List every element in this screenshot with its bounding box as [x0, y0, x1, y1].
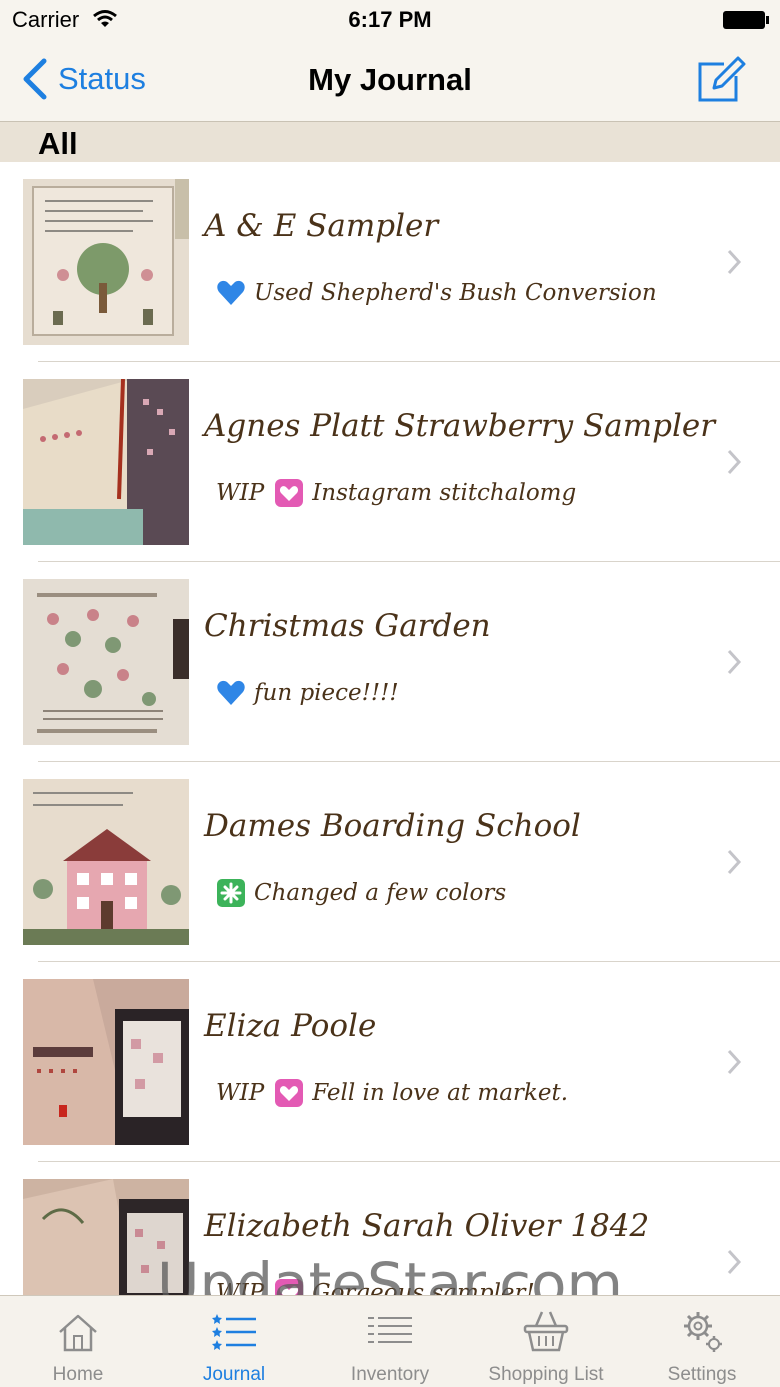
pink-heart-icon — [275, 1079, 304, 1107]
tab-shopping-list[interactable]: Shopping List — [468, 1296, 624, 1387]
basket-icon — [523, 1311, 569, 1352]
list-item[interactable]: Dames Boarding School Changed a few colo… — [0, 762, 780, 962]
tab-label: Home — [52, 1364, 104, 1385]
wip-tag: WIP — [216, 480, 265, 506]
project-note: Changed a few colors — [254, 880, 507, 906]
tab-label: Journal — [202, 1364, 266, 1385]
list-item[interactable]: A & E Sampler Used Shepherd's Bush Conve… — [0, 162, 780, 362]
pink-heart-icon — [275, 479, 304, 507]
tab-settings[interactable]: Settings — [624, 1296, 780, 1387]
tab-inventory[interactable]: Inventory — [312, 1296, 468, 1387]
tab-label: Settings — [667, 1364, 737, 1385]
chevron-right-icon — [727, 249, 742, 275]
project-title: Eliza Poole — [204, 1008, 377, 1044]
gear-icon — [684, 1312, 722, 1352]
green-sparkle-icon — [217, 879, 245, 907]
project-thumbnail — [23, 179, 189, 345]
project-note-line: WIP Fell in love at market. — [216, 1076, 568, 1110]
project-note-line: WIP Instagram stitchalomg — [216, 476, 576, 510]
blue-heart-icon — [217, 280, 245, 305]
list-item[interactable]: Agnes Platt Strawberry Sampler WIP Insta… — [0, 362, 780, 562]
project-thumbnail — [23, 1179, 189, 1295]
project-note: Instagram stitchalomg — [312, 480, 577, 506]
project-thumbnail — [23, 779, 189, 945]
journal-list-icon — [212, 1314, 256, 1350]
status-bar: Carrier 6:17 PM — [0, 0, 780, 40]
wip-tag: WIP — [216, 1280, 265, 1295]
tab-label: Inventory — [350, 1364, 430, 1385]
chevron-right-icon — [727, 649, 742, 675]
tab-bar: Home Journal Inventory Shopping List Set… — [0, 1295, 780, 1387]
pink-heart-icon — [275, 1279, 304, 1295]
section-header: All — [0, 122, 780, 162]
tab-label: Shopping List — [488, 1364, 604, 1385]
chevron-right-icon — [727, 849, 742, 875]
section-label: All — [38, 126, 78, 161]
list-item[interactable]: Christmas Garden fun piece!!!! — [0, 562, 780, 762]
tab-home[interactable]: Home — [0, 1296, 156, 1387]
wip-tag: WIP — [216, 1080, 265, 1106]
navigation-bar: Status My Journal — [0, 40, 780, 122]
page-title: My Journal — [308, 62, 472, 97]
project-title: A & E Sampler — [204, 208, 439, 244]
list-item[interactable]: Elizabeth Sarah Oliver 1842 WIP Gorgeous… — [0, 1162, 780, 1295]
project-title: Dames Boarding School — [204, 808, 581, 844]
clock: 6:17 PM — [348, 7, 432, 32]
project-note-line: WIP Gorgeous sampler! — [216, 1276, 535, 1295]
chevron-right-icon — [727, 1249, 742, 1275]
project-note: Fell in love at market. — [312, 1080, 569, 1106]
project-title: Christmas Garden — [204, 608, 491, 644]
blue-heart-icon — [217, 680, 245, 705]
chevron-right-icon — [727, 1049, 742, 1075]
home-icon — [59, 1314, 97, 1352]
inventory-list-icon — [368, 1317, 412, 1343]
project-note-line: Used Shepherd's Bush Conversion — [216, 276, 657, 310]
compose-icon[interactable] — [694, 54, 746, 106]
project-note-line: fun piece!!!! — [216, 676, 399, 710]
project-thumbnail — [23, 979, 189, 1145]
project-title: Agnes Platt Strawberry Sampler — [204, 408, 716, 444]
chevron-right-icon — [727, 449, 742, 475]
project-note: fun piece!!!! — [254, 680, 399, 706]
project-note-line: Changed a few colors — [216, 876, 506, 910]
project-title: Elizabeth Sarah Oliver 1842 — [204, 1208, 650, 1244]
journal-list[interactable]: A & E Sampler Used Shepherd's Bush Conve… — [0, 162, 780, 1295]
project-note: Used Shepherd's Bush Conversion — [254, 280, 657, 306]
project-thumbnail — [23, 579, 189, 745]
tab-journal[interactable]: Journal — [156, 1296, 312, 1387]
battery-icon — [723, 11, 769, 29]
project-thumbnail — [23, 379, 189, 545]
list-item[interactable]: Eliza Poole WIP Fell in love at market. — [0, 962, 780, 1162]
project-note: Gorgeous sampler! — [312, 1280, 535, 1295]
